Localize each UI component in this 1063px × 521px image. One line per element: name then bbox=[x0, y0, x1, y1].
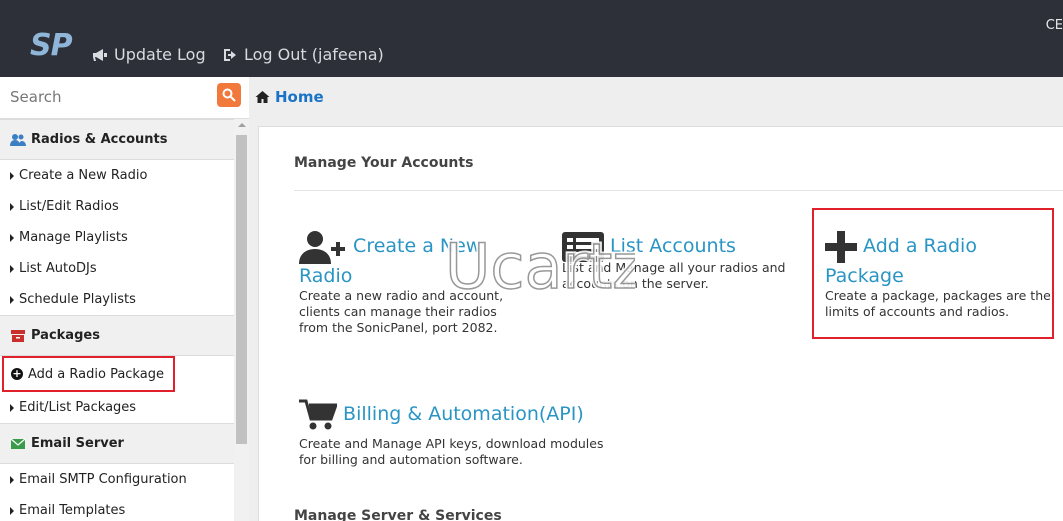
sidebar-item-label: List/Edit Radios bbox=[19, 199, 119, 214]
home-icon bbox=[255, 91, 270, 103]
caret-right-icon bbox=[10, 264, 14, 273]
sidebar-item-label: Manage Playlists bbox=[19, 230, 128, 245]
sidebar-item-label: Email Templates bbox=[19, 503, 126, 518]
shopping-cart-icon bbox=[299, 399, 337, 429]
menu-header-packages[interactable]: Packages bbox=[0, 315, 234, 356]
card-description: List and Manage all your radios and acco… bbox=[562, 260, 786, 291]
card-add-radio-package[interactable]: Add a Radio Package Create a package, pa… bbox=[825, 229, 1060, 320]
sidebar-scrollbar[interactable] bbox=[234, 119, 249, 521]
sidebar-item-email-templates[interactable]: Email Templates bbox=[0, 495, 234, 521]
sidebar-item-email-smtp[interactable]: Email SMTP Configuration bbox=[0, 464, 234, 495]
card-list-accounts[interactable]: List Accounts List and Manage all your r… bbox=[562, 229, 802, 292]
card-title[interactable]: List Accounts bbox=[610, 235, 736, 257]
scroll-up-arrow-icon[interactable] bbox=[238, 123, 246, 127]
search-box bbox=[0, 77, 249, 119]
card-title-row: List Accounts bbox=[562, 229, 802, 264]
log-out-label: Log Out (jafeena) bbox=[244, 45, 384, 64]
sidebar: Radios & Accounts Create a New Radio Lis… bbox=[0, 77, 249, 521]
archive-icon bbox=[11, 329, 25, 342]
card-billing-automation[interactable]: Billing & Automation(API) Create and Man… bbox=[299, 397, 619, 468]
sidebar-item-label: List AutoDJs bbox=[19, 261, 97, 276]
sidebar-item-manage-playlists[interactable]: Manage Playlists bbox=[0, 222, 234, 253]
caret-right-icon bbox=[10, 506, 14, 515]
breadcrumb-home-link[interactable]: Home bbox=[275, 88, 324, 106]
menu-header-radios-accounts[interactable]: Radios & Accounts bbox=[0, 119, 234, 160]
sidebar-item-add-radio-package[interactable]: + Add a Radio Package bbox=[2, 356, 175, 392]
log-out-link[interactable]: Log Out (jafeena) bbox=[222, 45, 384, 64]
caret-right-icon bbox=[10, 475, 14, 484]
caret-right-icon bbox=[10, 233, 14, 242]
sidebar-item-schedule-playlists[interactable]: Schedule Playlists bbox=[0, 284, 234, 315]
sidebar-item-label: Create a New Radio bbox=[19, 168, 148, 183]
sidebar-menu: Radios & Accounts Create a New Radio Lis… bbox=[0, 119, 234, 521]
menu-header-label: Email Server bbox=[31, 436, 124, 451]
top-navbar: SP Update Log Log Out (jafeena) CE bbox=[0, 0, 1063, 77]
search-button[interactable] bbox=[217, 83, 241, 107]
breadcrumb: Home bbox=[255, 88, 324, 106]
sidebar-item-label: Email SMTP Configuration bbox=[19, 472, 187, 487]
bullhorn-icon bbox=[93, 48, 107, 61]
card-description: Create a new radio and account, clients … bbox=[299, 288, 504, 335]
section-title-accounts: Manage Your Accounts bbox=[294, 155, 474, 171]
menu-header-label: Packages bbox=[31, 328, 100, 343]
sonicpanel-logo[interactable]: SP bbox=[30, 28, 82, 64]
plus-circle-icon: + bbox=[11, 367, 23, 380]
section-divider bbox=[294, 190, 1063, 191]
card-title-row: Billing & Automation(API) bbox=[299, 397, 619, 432]
sidebar-item-list-autodjs[interactable]: List AutoDJs bbox=[0, 253, 234, 284]
card-create-radio[interactable]: Create a New Radio Create a new radio an… bbox=[299, 229, 509, 336]
main-panel: Manage Your Accounts Create a New Radio … bbox=[258, 126, 1063, 521]
sidebar-item-label: Edit/List Packages bbox=[19, 400, 137, 415]
caret-right-icon bbox=[10, 403, 14, 412]
card-description: Create a package, packages are the limit… bbox=[825, 288, 1051, 319]
sidebar-item-label: Schedule Playlists bbox=[19, 292, 136, 307]
top-right-text: CE bbox=[1045, 18, 1063, 33]
card-title[interactable]: Billing & Automation(API) bbox=[343, 403, 584, 425]
card-title-line-1[interactable]: Create a New bbox=[353, 235, 481, 257]
sidebar-item-edit-list-packages[interactable]: Edit/List Packages bbox=[0, 392, 234, 423]
sidebar-item-label: Add a Radio Package bbox=[28, 366, 164, 382]
caret-right-icon bbox=[10, 171, 14, 180]
update-log-link[interactable]: Update Log bbox=[92, 45, 206, 64]
sign-out-icon bbox=[224, 48, 236, 61]
section-title-server: Manage Server & Services bbox=[294, 508, 502, 521]
caret-right-icon bbox=[10, 295, 14, 304]
search-icon bbox=[222, 88, 236, 102]
sidebar-item-create-radio[interactable]: Create a New Radio bbox=[0, 160, 234, 191]
search-input[interactable] bbox=[2, 79, 214, 115]
plus-icon bbox=[825, 230, 857, 263]
menu-header-email-server[interactable]: Email Server bbox=[0, 423, 234, 464]
envelope-icon bbox=[10, 438, 26, 449]
update-log-label: Update Log bbox=[114, 45, 206, 64]
card-title-line-1[interactable]: Add a Radio bbox=[863, 235, 977, 257]
sidebar-item-list-edit-radios[interactable]: List/Edit Radios bbox=[0, 191, 234, 222]
caret-right-icon bbox=[10, 202, 14, 211]
users-icon bbox=[10, 133, 26, 146]
list-icon bbox=[562, 231, 604, 262]
card-description: Create and Manage API keys, download mod… bbox=[299, 436, 604, 467]
menu-header-label: Radios & Accounts bbox=[31, 132, 168, 147]
scroll-thumb[interactable] bbox=[236, 135, 247, 444]
logo-text: SP bbox=[30, 28, 73, 63]
